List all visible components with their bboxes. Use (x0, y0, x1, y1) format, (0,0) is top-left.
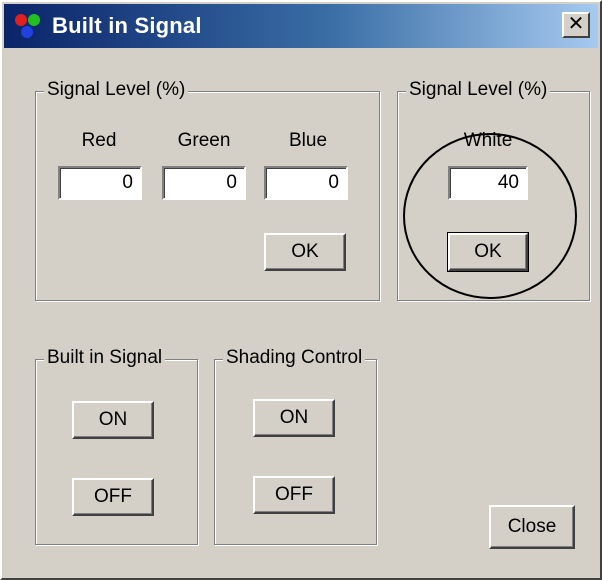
blue-label: Blue (288, 130, 328, 151)
rgb-signal-level-group: Signal Level (%) Red Green Blue 0 0 0 OK (35, 79, 380, 301)
close-icon[interactable]: ✕ (562, 12, 590, 38)
rgb-ok-button[interactable]: OK (264, 233, 346, 271)
built-in-signal-on-button[interactable]: ON (72, 401, 154, 439)
close-button[interactable]: Close (489, 505, 575, 549)
built-in-signal-legend: Built in Signal (44, 347, 166, 369)
title-bar[interactable]: Built in Signal ✕ (4, 4, 598, 48)
shading-control-group: Shading Control ON OFF (214, 347, 377, 545)
white-ok-button[interactable]: OK (447, 232, 529, 272)
built-in-signal-group: Built in Signal ON OFF (35, 347, 198, 545)
white-input[interactable]: 40 (448, 166, 528, 200)
built-in-signal-dialog: Built in Signal ✕ Signal Level (%) Red G… (0, 0, 602, 580)
white-label: White (463, 130, 513, 151)
blue-input[interactable]: 0 (264, 166, 348, 200)
shading-control-legend: Shading Control (223, 347, 366, 369)
red-label: Red (81, 130, 117, 151)
green-input[interactable]: 0 (162, 166, 246, 200)
white-signal-level-group: Signal Level (%) White 40 OK (397, 79, 590, 301)
built-in-signal-off-button[interactable]: OFF (72, 478, 154, 516)
shading-off-button[interactable]: OFF (253, 476, 335, 514)
shading-on-button[interactable]: ON (253, 399, 335, 437)
green-label: Green (177, 130, 231, 151)
red-input[interactable]: 0 (58, 166, 142, 200)
rgb-group-legend: Signal Level (%) (44, 79, 189, 101)
window-title: Built in Signal (52, 13, 202, 38)
white-group-legend: Signal Level (%) (406, 79, 551, 101)
rgb-dots-icon (15, 14, 40, 38)
